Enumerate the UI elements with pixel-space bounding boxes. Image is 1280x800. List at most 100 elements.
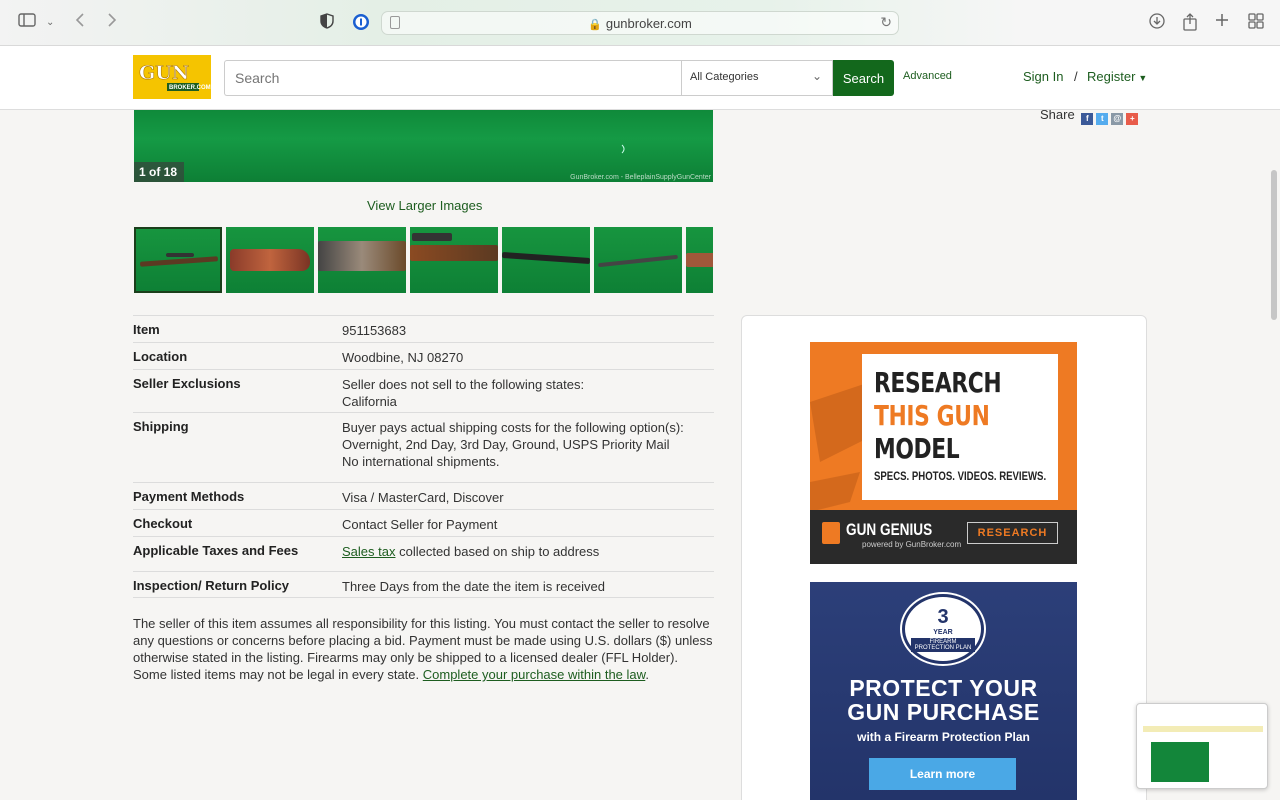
ad-subheadline: with a Firearm Protection Plan — [857, 730, 1030, 744]
detail-label: Checkout — [133, 516, 193, 531]
gun-genius-research-ad[interactable]: RESEARCH THIS GUN MODEL SPECS. PHOTOS. V… — [810, 342, 1077, 564]
detail-row-payment-methods: Payment Methods Visa / MasterCard, Disco… — [133, 482, 714, 509]
password-icon[interactable] — [352, 13, 370, 37]
research-button[interactable]: RESEARCH — [967, 522, 1058, 544]
ad-headline-1: PROTECT YOUR — [849, 675, 1038, 701]
picture-in-picture-preview[interactable] — [1136, 703, 1268, 789]
badge-year: YEAR — [933, 629, 953, 636]
reload-icon[interactable]: ↻ — [880, 14, 892, 31]
share-icon[interactable] — [1183, 13, 1197, 37]
back-icon[interactable] — [75, 13, 85, 33]
category-select-value: All Categories — [690, 71, 759, 83]
listing-details-table: Item 951153683 Location Woodbine, NJ 082… — [133, 315, 714, 598]
advanced-search-link[interactable]: Advanced — [903, 70, 952, 82]
new-tab-icon[interactable] — [1215, 13, 1229, 33]
twitter-icon[interactable]: t — [1096, 113, 1109, 125]
gunbroker-logo[interactable]: GUN BROKER.COM — [133, 55, 211, 99]
detail-label: Payment Methods — [133, 489, 245, 504]
ad-brand: GUN GENIUS — [846, 520, 933, 539]
ad-headline-2: GUN PURCHASE — [847, 699, 1040, 725]
detail-row-shipping: Shipping Buyer pays actual shipping cost… — [133, 412, 714, 482]
tab-overview-icon[interactable] — [1248, 13, 1264, 35]
ad-line-2: THIS GUN — [874, 399, 990, 432]
download-icon[interactable] — [1149, 13, 1165, 35]
ad-line-1: RESEARCH — [874, 366, 1002, 399]
complete-purchase-link[interactable]: Complete your purchase within the law — [423, 667, 646, 682]
detail-value: California — [342, 394, 397, 409]
badge-plan: FIREARM PROTECTION PLAN — [911, 638, 975, 652]
forward-icon[interactable] — [107, 13, 117, 33]
sales-tax-link[interactable]: Sales tax — [342, 544, 395, 559]
image-counter: 1 of 18 — [134, 162, 184, 182]
shield-icon[interactable] — [320, 13, 334, 35]
detail-value: Contact Seller for Payment — [342, 517, 498, 532]
plus-icon[interactable]: + — [1126, 113, 1139, 125]
sidebar-icon[interactable] — [18, 13, 36, 33]
svg-text:GUN: GUN — [139, 62, 189, 84]
scrollbar[interactable] — [1271, 170, 1277, 320]
category-select[interactable]: All Categories ⌄ — [681, 60, 833, 96]
main-listing-image[interactable]: GunBroker.com - BelleplainSupplyGunCente… — [134, 110, 713, 182]
thumbnail-5[interactable] — [501, 227, 591, 293]
learn-more-button[interactable]: Learn more — [869, 758, 1016, 790]
detail-label: Applicable Taxes and Fees — [133, 543, 299, 558]
ad-speech-bubble: RESEARCH THIS GUN MODEL SPECS. PHOTOS. V… — [862, 354, 1058, 500]
detail-value: No international shipments. — [342, 454, 500, 469]
detail-row-item: Item 951153683 — [133, 315, 714, 342]
detail-label: Seller Exclusions — [133, 376, 241, 391]
detail-value: Seller does not sell to the following st… — [342, 377, 585, 392]
ad-footer-bar: GUN GENIUS powered by GunBroker.com RESE… — [810, 510, 1077, 564]
ad-subtitle: SPECS. PHOTOS. VIDEOS. REVIEWS. — [874, 469, 1047, 483]
detail-row-return-policy: Inspection/ Return Policy Three Days fro… — [133, 571, 714, 598]
detail-value: 951153683 — [342, 323, 407, 338]
badge-number: 3 — [937, 606, 949, 628]
detail-value: Buyer pays actual shipping costs for the… — [342, 420, 684, 435]
detail-value: Visa / MasterCard, Discover — [342, 490, 504, 505]
gun-genius-logo-icon — [822, 522, 840, 544]
protection-badge: 3 YEAR FIREARM PROTECTION PLAN — [902, 594, 984, 664]
register-link[interactable]: Register ▼ — [1087, 69, 1147, 84]
thumbnail-6[interactable] — [594, 227, 682, 293]
email-icon[interactable]: @ — [1111, 113, 1124, 125]
detail-value: collected based on ship to address — [395, 544, 600, 559]
lock-icon: 🔒 — [588, 19, 602, 31]
register-label: Register — [1087, 69, 1136, 84]
thumbnail-7[interactable] — [686, 227, 713, 293]
site-header: GUN BROKER.COM All Categories ⌄ Search A… — [0, 46, 1280, 110]
detail-value: Three Days from the date the item is rec… — [342, 579, 606, 594]
detail-row-taxes: Applicable Taxes and Fees Sales tax coll… — [133, 536, 714, 571]
image-watermark: GunBroker.com - BelleplainSupplyGunCente… — [570, 174, 711, 181]
detail-label: Shipping — [133, 419, 189, 434]
chevron-down-icon: ⌄ — [811, 69, 822, 83]
search-input[interactable] — [224, 60, 682, 96]
thumbnail-3[interactable] — [318, 227, 406, 293]
thumbnail-4[interactable] — [410, 227, 498, 293]
firearm-protection-ad[interactable]: 3 YEAR FIREARM PROTECTION PLAN PROTECT Y… — [810, 582, 1077, 800]
seller-disclaimer: The seller of this item assumes all resp… — [133, 615, 713, 683]
chevron-down-icon[interactable]: ⌄ — [46, 13, 54, 33]
detail-row-location: Location Woodbine, NJ 08270 — [133, 342, 714, 369]
thumbnail-strip — [134, 227, 713, 293]
detail-value: Woodbine, NJ 08270 — [342, 350, 464, 365]
detail-row-checkout: Checkout Contact Seller for Payment — [133, 509, 714, 536]
svg-text:BROKER.COM: BROKER.COM — [169, 85, 211, 91]
thumbnail-2[interactable] — [226, 227, 314, 293]
separator: / — [1074, 69, 1078, 84]
caret-down-icon: ▼ — [1138, 73, 1148, 83]
detail-label: Inspection/ Return Policy — [133, 578, 290, 593]
sign-in-link[interactable]: Sign In — [1023, 69, 1063, 84]
ad-line-3: MODEL — [874, 432, 960, 465]
thumbnail-1[interactable] — [134, 227, 222, 293]
url-text: gunbroker.com — [605, 16, 692, 31]
detail-label: Location — [133, 349, 188, 364]
search-button[interactable]: Search — [833, 60, 894, 96]
address-bar[interactable]: 🔒 gunbroker.com ↻ — [381, 11, 899, 35]
view-larger-images-link[interactable]: View Larger Images — [367, 198, 482, 213]
browser-toolbar: ⌄ 🔒 gunbroker.com ↻ — [0, 0, 1280, 46]
detail-label: Item — [133, 322, 160, 337]
ad-headline: PROTECT YOUR GUN PURCHASE — [810, 676, 1077, 724]
facebook-icon[interactable]: f — [1081, 113, 1094, 125]
detail-row-seller-exclusions: Seller Exclusions Seller does not sell t… — [133, 369, 714, 412]
disclaimer-end: . — [645, 667, 649, 682]
detail-value: Overnight, 2nd Day, 3rd Day, Ground, USP… — [342, 437, 670, 452]
